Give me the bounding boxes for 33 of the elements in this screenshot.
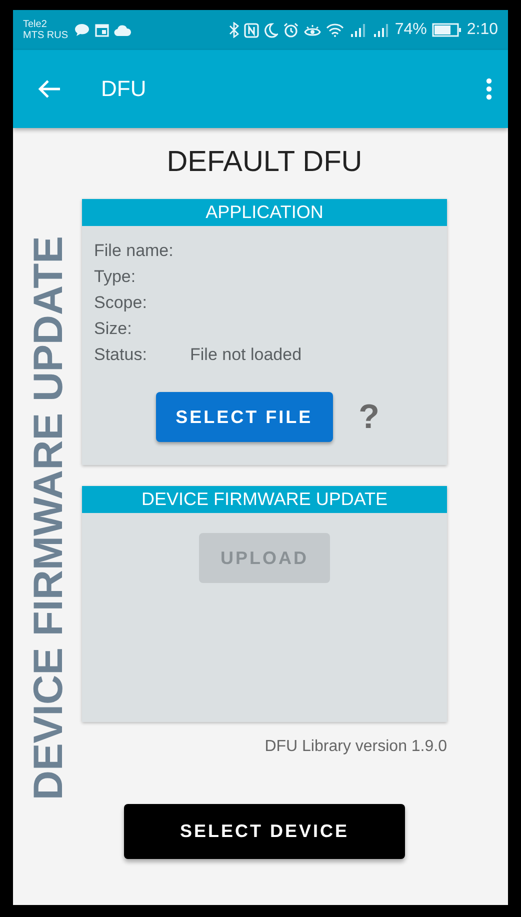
side-title: DEVICE FIRMWARE UPDATE: [28, 236, 66, 800]
eye-icon: [304, 22, 321, 38]
help-mark[interactable]: ?: [358, 398, 380, 436]
moon-icon: [264, 22, 278, 38]
app-bar-title: DFU: [101, 76, 148, 102]
card-header: DEVICE FIRMWARE UPDATE: [82, 486, 447, 513]
field-label: File name:: [94, 240, 174, 262]
field-value: File not loaded: [190, 344, 302, 366]
carrier-name: Tele2: [23, 19, 48, 30]
field-label: Size:: [94, 318, 133, 340]
calendar-icon: [95, 24, 109, 36]
select-device-button[interactable]: SELECT DEVICE: [124, 804, 405, 859]
signal-icon: [348, 23, 367, 37]
field-label: Type:: [94, 266, 137, 288]
field-label: Status:: [94, 344, 148, 366]
signal-icon: [372, 23, 390, 37]
clock-time: 2:10: [466, 21, 498, 39]
battery-percent: 74%: [394, 21, 427, 39]
bluetooth-icon: [228, 22, 239, 38]
card-header: APPLICATION: [82, 199, 447, 226]
back-arrow-icon[interactable]: [37, 79, 61, 99]
battery-icon: [432, 23, 462, 37]
alarm-icon: [282, 22, 299, 38]
chat-icon: [74, 23, 90, 37]
version-text: DFU Library version 1.9.0: [264, 738, 447, 756]
field-label: Scope:: [94, 292, 148, 314]
wifi-icon: [326, 23, 344, 37]
carrier-name: MTS RUS: [23, 30, 68, 41]
more-menu-icon[interactable]: [486, 78, 492, 100]
cloud-icon: [114, 24, 131, 36]
select-file-button[interactable]: SELECT FILE: [156, 392, 333, 442]
nfc-icon: [244, 22, 259, 38]
section-heading: DEFAULT DFU: [166, 146, 364, 179]
